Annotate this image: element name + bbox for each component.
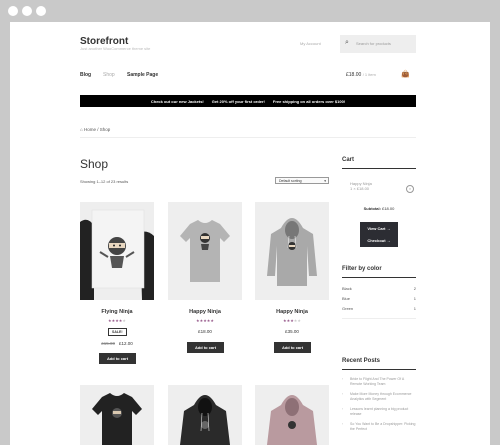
breadcrumb-home[interactable]: Home — [84, 127, 96, 132]
checkout-button[interactable]: Checkout → — [360, 234, 398, 247]
old-price: £15.00 — [101, 341, 115, 346]
product-name[interactable]: Happy Ninja — [168, 309, 242, 315]
product-price: £35.00 — [285, 329, 299, 334]
header-cart-amount: £18.00 — [346, 72, 362, 78]
sort-select[interactable]: Default sorting ▾ — [275, 177, 329, 184]
chevron-down-icon: ▾ — [324, 179, 326, 183]
shopping-bag-icon[interactable]: 👜 — [401, 70, 410, 78]
chevron-right-icon: › — [342, 407, 344, 411]
chevron-right-icon: › — [342, 392, 344, 396]
recent-posts-rule — [342, 369, 416, 370]
arrow-right-icon: → — [386, 238, 391, 243]
arrow-right-icon: → — [386, 226, 391, 231]
cart-widget-heading: Cart — [342, 157, 355, 163]
home-icon: ⌂ — [80, 127, 83, 132]
my-account-link[interactable]: My Account — [300, 41, 321, 46]
color-name: Black — [342, 286, 352, 291]
color-filter-black[interactable]: Black 2 — [342, 286, 416, 291]
mini-cart-item-qty: 1 × £18.00 — [350, 186, 370, 191]
nav-shop[interactable]: Shop — [103, 72, 115, 78]
result-count: Showing 1–12 of 23 results — [80, 179, 129, 184]
nav-sample-page[interactable]: Sample Page — [127, 72, 158, 78]
recent-post-link[interactable]: › Lessons learnt planning a big product r… — [342, 407, 416, 417]
recent-post-link[interactable]: › So You Want to Be a Dropshipper: Pickin… — [342, 422, 416, 432]
chevron-right-icon: › — [342, 377, 344, 381]
storefront-page: Storefront Just another WooCommerce them… — [10, 22, 490, 445]
chevron-right-icon: › — [342, 422, 344, 426]
product-image-dark-hoodie[interactable] — [168, 385, 242, 445]
product-image-dark-tshirt[interactable] — [80, 385, 154, 445]
color-count: 2 — [413, 286, 416, 291]
cart-widget-rule — [342, 168, 416, 169]
search-icon: ⌕ — [345, 39, 349, 46]
checkout-label: Checkout — [367, 238, 386, 243]
nav-blog[interactable]: Blog — [80, 72, 91, 78]
sale-price: £12.00 — [119, 341, 133, 346]
product-image-happy-ninja-hoodie[interactable] — [255, 202, 329, 300]
filter-color-rule — [342, 277, 416, 278]
post-title: Lessons learnt planning a big product re… — [350, 407, 409, 416]
mini-cart-item[interactable]: Happy Ninja 1 × £18.00 — [350, 181, 372, 191]
color-count: 1 — [413, 306, 416, 311]
window-maximize-dot[interactable] — [36, 6, 46, 16]
cart-subtotal: Subtotal: £18.00 — [342, 206, 416, 211]
post-title: Bride to Flight And The Power Of A Remot… — [350, 377, 405, 386]
remove-item-icon[interactable]: × — [406, 185, 414, 193]
rating-stars: ★★★★★ — [283, 318, 301, 323]
color-filter-blue[interactable]: Blue 1 — [342, 296, 416, 301]
header-cart-items: 1 item — [364, 72, 376, 77]
color-filter-green[interactable]: Green 1 — [342, 306, 416, 311]
promo-text-3: Free shipping on all orders over $100! — [272, 98, 346, 104]
product-image-pink-hoodie[interactable] — [255, 385, 329, 445]
page-title: Shop — [80, 157, 109, 171]
browser-chrome — [0, 0, 500, 22]
recent-posts-heading: Recent Posts — [342, 358, 381, 364]
breadcrumb-current: Shop — [99, 127, 111, 132]
window-close-dot[interactable] — [8, 6, 18, 16]
filter-color-heading: Filter by color — [342, 266, 382, 272]
add-to-cart-button[interactable]: Add to cart — [187, 342, 224, 353]
breadcrumb: ⌂ Home / Shop — [80, 127, 110, 132]
color-name: Green — [342, 306, 354, 311]
product-price: £18.00 — [198, 329, 212, 334]
site-description: Just another WooCommerce theme site — [80, 46, 151, 51]
search-field[interactable]: ⌕ Search for products — [340, 35, 416, 53]
product-name[interactable]: Happy Ninja — [255, 309, 329, 315]
sale-badge: SALE! — [108, 328, 127, 336]
product-name[interactable]: Flying Ninja — [80, 309, 154, 315]
recent-post-link[interactable]: › Make More Money through Ecommerce Analy… — [342, 392, 416, 402]
color-name: Blue — [342, 296, 351, 301]
post-title: Make More Money through Ecommerce Analyt… — [350, 392, 412, 401]
add-to-cart-button[interactable]: Add to cart — [99, 353, 136, 364]
promo-text-1: Check out our new Jackets! — [150, 98, 204, 104]
promo-banner: Check out our new Jackets! Get 20% off y… — [80, 95, 416, 107]
product-image-happy-ninja-tshirt[interactable] — [168, 202, 242, 300]
subtotal-value: £18.00 — [382, 206, 395, 211]
post-title: So You Want to Be a Dropshipper: Picking… — [350, 422, 416, 431]
header-cart-total[interactable]: £18.00 / 1 item — [346, 72, 376, 78]
product-price: £15.00 £12.00 — [80, 341, 154, 346]
rating-stars: ★★★★★ — [196, 318, 214, 323]
view-cart-label: View Cart — [367, 226, 386, 231]
subtotal-label: Subtotal: — [363, 206, 381, 211]
divider — [342, 318, 416, 319]
rating-stars: ★★★★★ — [108, 318, 126, 323]
divider — [80, 137, 416, 138]
color-count: 1 — [413, 296, 416, 301]
promo-text-2: Get 20% off your first order! — [211, 98, 265, 104]
window-minimize-dot[interactable] — [22, 6, 32, 16]
sort-value: Default sorting — [279, 179, 302, 183]
add-to-cart-button[interactable]: Add to cart — [274, 342, 311, 353]
product-image-flying-ninja[interactable] — [80, 202, 154, 300]
search-placeholder: Search for products — [356, 41, 391, 46]
recent-post-link[interactable]: › Bride to Flight And The Power Of A Remo… — [342, 377, 416, 387]
